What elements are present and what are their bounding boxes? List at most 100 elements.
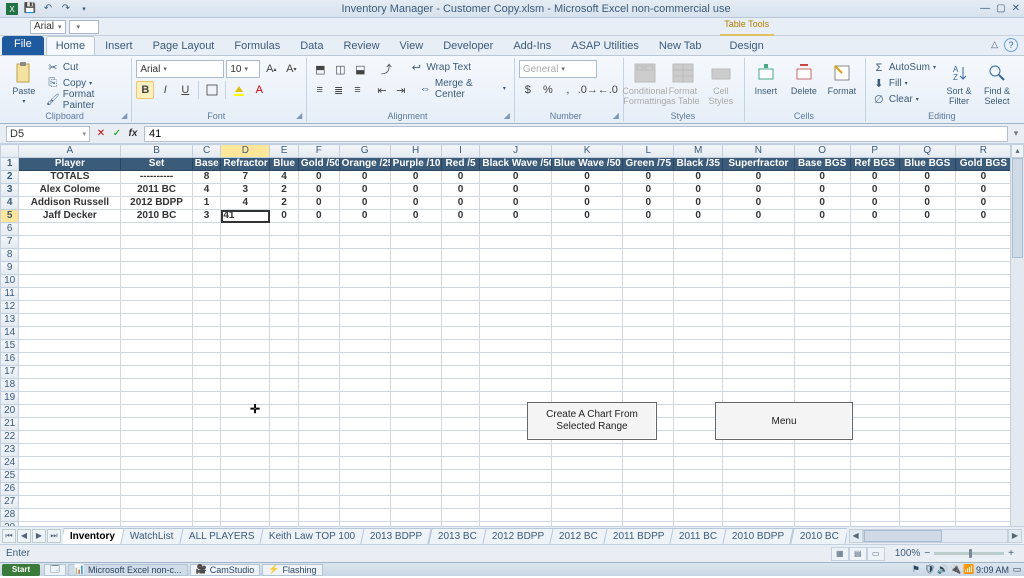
cell[interactable] [955, 418, 1011, 431]
cell[interactable] [192, 379, 221, 392]
cell[interactable] [121, 405, 192, 418]
cell[interactable] [674, 288, 723, 301]
cell[interactable] [441, 262, 480, 275]
cell[interactable]: 0 [623, 197, 674, 210]
cell[interactable] [390, 223, 441, 236]
cell[interactable] [850, 509, 899, 522]
cell[interactable] [623, 444, 674, 457]
cell[interactable]: 2012 BDPP [121, 197, 192, 210]
cell[interactable] [298, 275, 339, 288]
table-header-cell[interactable]: Black /35 [674, 158, 723, 171]
cell[interactable] [270, 496, 299, 509]
cell[interactable] [390, 457, 441, 470]
cell[interactable] [480, 444, 551, 457]
cell[interactable] [623, 470, 674, 483]
cell[interactable] [121, 288, 192, 301]
cell[interactable] [480, 301, 551, 314]
cell[interactable] [298, 314, 339, 327]
cell[interactable] [674, 496, 723, 509]
cell[interactable] [480, 262, 551, 275]
cell[interactable]: ---------- [121, 171, 192, 184]
cell[interactable] [19, 470, 121, 483]
cell[interactable] [270, 353, 299, 366]
cell[interactable] [850, 470, 899, 483]
row-header[interactable]: 22 [1, 431, 19, 444]
align-center-icon[interactable]: ≣ [330, 81, 347, 99]
cell[interactable] [955, 223, 1011, 236]
cell[interactable] [441, 236, 480, 249]
cell[interactable] [270, 301, 299, 314]
cell[interactable] [955, 249, 1011, 262]
cell[interactable] [339, 340, 390, 353]
cell[interactable]: 0 [441, 210, 480, 223]
tray-icon[interactable]: 🔊 [937, 564, 947, 575]
cell[interactable] [794, 457, 850, 470]
grow-font-icon[interactable]: A▴ [262, 60, 280, 78]
cell[interactable]: 4 [192, 184, 221, 197]
row-header[interactable]: 16 [1, 353, 19, 366]
cell[interactable]: 0 [551, 197, 622, 210]
cell[interactable] [674, 366, 723, 379]
cell[interactable] [441, 223, 480, 236]
cell[interactable] [221, 405, 270, 418]
cell[interactable] [551, 236, 622, 249]
cell[interactable] [19, 483, 121, 496]
cell[interactable] [270, 379, 299, 392]
cell[interactable]: 1 [192, 197, 221, 210]
cell[interactable] [899, 249, 955, 262]
cell[interactable] [899, 418, 955, 431]
cell[interactable] [121, 379, 192, 392]
tray-icon[interactable]: 🔌 [950, 564, 960, 575]
cell[interactable] [298, 262, 339, 275]
row-header[interactable]: 2 [1, 171, 19, 184]
cell[interactable] [221, 470, 270, 483]
cell[interactable] [270, 314, 299, 327]
cell[interactable] [390, 340, 441, 353]
cell[interactable] [192, 444, 221, 457]
cell[interactable] [121, 444, 192, 457]
cell[interactable] [121, 418, 192, 431]
cell[interactable] [390, 392, 441, 405]
cell[interactable]: 0 [899, 171, 955, 184]
cell[interactable] [270, 444, 299, 457]
border-button[interactable] [203, 81, 221, 99]
cell[interactable] [899, 262, 955, 275]
cell[interactable] [623, 340, 674, 353]
align-middle-icon[interactable]: ◫ [331, 60, 349, 78]
cell[interactable] [298, 301, 339, 314]
cell[interactable] [298, 236, 339, 249]
cell[interactable] [19, 366, 121, 379]
cell[interactable] [298, 353, 339, 366]
cell[interactable] [19, 431, 121, 444]
cell[interactable] [339, 470, 390, 483]
cell[interactable] [192, 327, 221, 340]
cell[interactable] [339, 457, 390, 470]
cell[interactable] [121, 327, 192, 340]
cell[interactable] [390, 366, 441, 379]
cell[interactable] [390, 470, 441, 483]
cell[interactable]: 0 [339, 197, 390, 210]
percent-icon[interactable]: % [539, 81, 557, 99]
cell[interactable] [121, 496, 192, 509]
clear-button[interactable]: ∅Clear▾ [870, 92, 938, 107]
cell[interactable]: 0 [674, 197, 723, 210]
cell[interactable] [19, 327, 121, 340]
tab-nav-first-icon[interactable]: ⏮ [2, 529, 16, 543]
cell[interactable] [121, 223, 192, 236]
cell[interactable] [441, 418, 480, 431]
cell[interactable] [850, 340, 899, 353]
cell[interactable]: 0 [480, 210, 551, 223]
col-header[interactable]: G [339, 145, 390, 158]
cell[interactable] [623, 366, 674, 379]
cell[interactable] [298, 366, 339, 379]
cell[interactable] [298, 496, 339, 509]
cell[interactable] [390, 236, 441, 249]
cell[interactable] [121, 509, 192, 522]
clock[interactable]: 9:09 AM [976, 565, 1009, 575]
cell[interactable] [339, 379, 390, 392]
cell[interactable] [723, 275, 794, 288]
col-header[interactable]: P [850, 145, 899, 158]
cell[interactable] [674, 340, 723, 353]
cell[interactable]: 0 [298, 210, 339, 223]
cell[interactable] [850, 392, 899, 405]
